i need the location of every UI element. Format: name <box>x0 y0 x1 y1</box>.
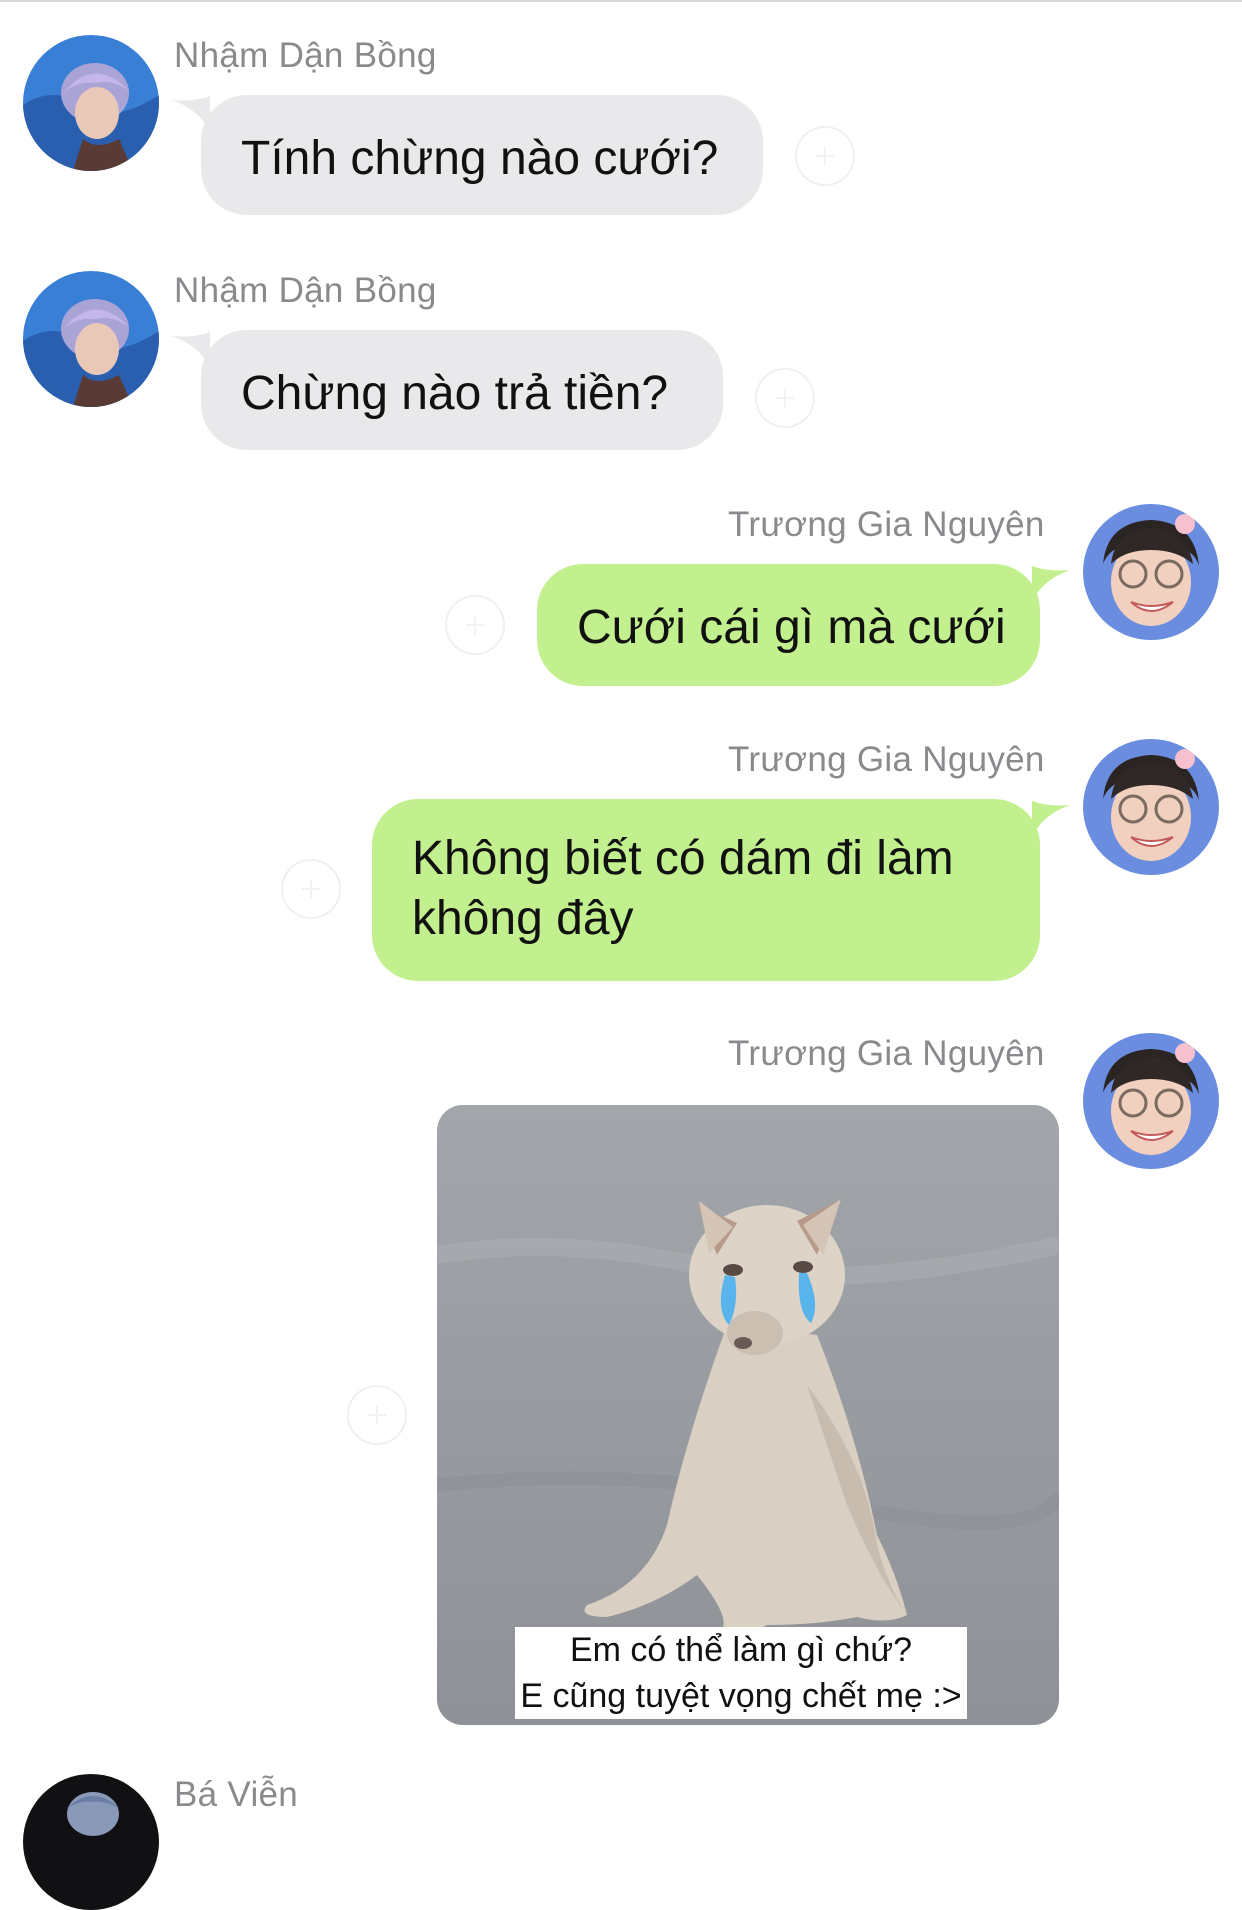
image-caption: Em có thể làm gì chứ? E cũng tuyệt vọng … <box>515 1627 967 1719</box>
caption-line: Em có thể làm gì chứ? <box>569 1631 913 1669</box>
message-bubble[interactable]: Chừng nào trả tiền? <box>201 330 723 450</box>
message-bubble[interactable]: Cưới cái gì mà cưới <box>537 564 1040 686</box>
avatar-truong-gia-nguyen[interactable] <box>1083 739 1219 875</box>
image-message[interactable]: Em có thể làm gì chứ? E cũng tuyệt vọng … <box>437 1105 1059 1725</box>
message-text: Chừng nào trả tiền? <box>241 367 669 420</box>
caption-line: E cũng tuyệt vọng chết mẹ :> <box>520 1677 962 1715</box>
top-divider <box>0 0 1242 2</box>
message-text: Tính chừng nào cưới? <box>241 132 719 185</box>
add-reaction-button[interactable] <box>755 368 815 428</box>
message-bubble[interactable]: Không biết có dám đi làm không đây <box>372 799 1040 981</box>
add-reaction-button[interactable] <box>281 859 341 919</box>
avatar-nham-dan-bong[interactable] <box>23 271 159 407</box>
avatar-truong-gia-nguyen[interactable] <box>1083 504 1219 640</box>
sender-name: Nhậm Dận Bồng <box>174 36 437 75</box>
add-reaction-icon <box>367 1405 387 1425</box>
add-reaction-button[interactable] <box>347 1385 407 1445</box>
avatar-nham-dan-bong[interactable] <box>23 35 159 171</box>
add-reaction-button[interactable] <box>445 595 505 655</box>
message-text-line: không đây <box>412 892 634 945</box>
message-text: Cưới cái gì mà cưới <box>577 601 1006 654</box>
add-reaction-icon <box>301 879 321 899</box>
message-text-line: Không biết có dám đi làm <box>412 832 954 885</box>
add-reaction-icon <box>775 388 795 408</box>
message-bubble[interactable]: Tính chừng nào cưới? <box>201 95 763 215</box>
sender-name: Bá Viễn <box>174 1775 299 1814</box>
sender-name: Trương Gia Nguyên <box>728 1034 1045 1073</box>
avatar-ba-vien[interactable] <box>23 1774 159 1910</box>
sender-name: Nhậm Dận Bồng <box>174 271 437 310</box>
add-reaction-button[interactable] <box>795 126 855 186</box>
add-reaction-icon <box>815 146 835 166</box>
avatar-truong-gia-nguyen[interactable] <box>1083 1033 1219 1169</box>
sender-name: Trương Gia Nguyên <box>728 740 1045 779</box>
add-reaction-icon <box>465 615 485 635</box>
sender-name: Trương Gia Nguyên <box>728 505 1045 544</box>
